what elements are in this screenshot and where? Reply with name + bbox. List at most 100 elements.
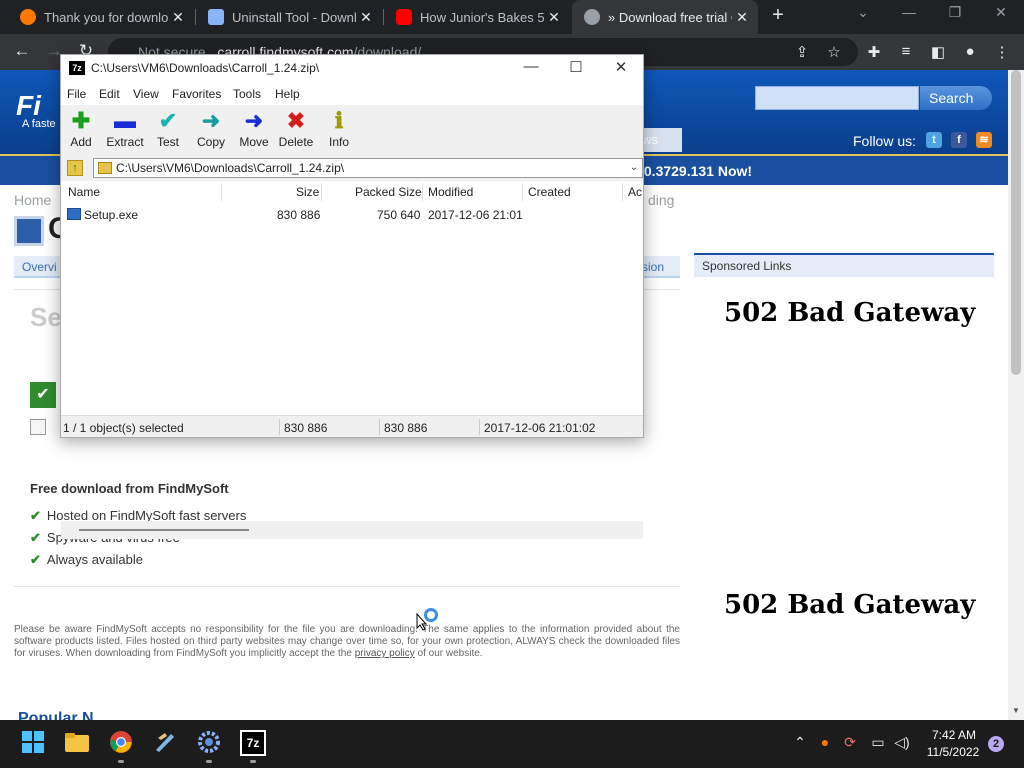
disclaimer-body: Please be aware FindMySoft accepts no re… [14,624,680,659]
tool-label: Copy [196,135,225,149]
clock-time[interactable]: 7:42 AM [928,728,980,742]
menu-tools[interactable]: Tools [233,87,261,101]
column-separator[interactable] [522,183,523,201]
path-input[interactable]: C:\Users\VM6\Downloads\Carroll_1.24.zip\… [93,158,643,178]
close-window-button[interactable]: ✕ [601,58,641,76]
close-icon[interactable]: ✕ [732,9,752,26]
new-tab-button[interactable]: + [766,4,790,27]
notification-badge[interactable]: 2 [988,736,1004,752]
menu-icon[interactable]: ⋮ [992,43,1012,61]
nav-tab-news[interactable]: ws [640,128,682,152]
tab-version[interactable]: sion [642,260,664,274]
volume-icon[interactable]: ◁) [892,734,912,751]
installer-icon[interactable] [152,730,178,756]
column-header-packed-size[interactable]: Packed Size [355,185,422,199]
maximize-button[interactable]: ❐ [940,4,970,21]
horizontal-scrollbar[interactable] [61,521,643,539]
close-icon[interactable]: ✕ [544,9,564,26]
column-separator[interactable] [422,183,423,201]
column-header-modified[interactable]: Modified [428,185,473,199]
close-icon[interactable]: ✕ [356,9,376,26]
tab-overview[interactable]: Overvi [22,260,57,274]
avast-tray-icon[interactable]: ● [815,734,835,750]
minimize-button[interactable]: — [511,58,551,75]
delete-button[interactable]: ✖ Delete [274,107,318,149]
tab-uninstall-tool[interactable]: Uninstall Tool - Downlo ✕ [196,0,382,34]
tool-label: Move [239,135,269,149]
menu-file[interactable]: File [67,87,86,101]
clock-date[interactable]: 11/5/2022 [922,745,984,759]
close-icon[interactable]: ✕ [168,9,188,26]
scrollbar-thumb[interactable] [79,529,249,531]
scrollbar-thumb[interactable] [1011,70,1021,375]
menu-view[interactable]: View [133,87,159,101]
menu-edit[interactable]: Edit [99,87,120,101]
move-button[interactable]: ➜ Move [232,107,276,149]
column-separator[interactable] [321,183,322,201]
tab-title: Uninstall Tool - Downlo [232,9,356,25]
column-header-created[interactable]: Created [528,185,571,199]
page-scrollbar[interactable]: ▲ ▼ [1008,70,1024,720]
column-separator[interactable] [622,183,623,201]
start-icon[interactable] [20,730,46,756]
chevron-down-icon[interactable]: ⌄ [630,159,638,177]
running-indicator [250,760,256,763]
7zip-app-icon: 7z [69,61,85,75]
chrome-icon[interactable] [108,730,134,756]
column-header-accessed[interactable]: Ac [628,185,642,199]
status-modified: 2017-12-06 21:01:02 [484,421,596,435]
twitter-icon[interactable]: t [926,132,942,148]
profile-icon[interactable]: ● [960,43,980,60]
running-indicator [206,760,212,763]
column-header-name[interactable]: Name [68,185,100,199]
tab-title: » Download free trial C [608,9,732,25]
bookmark-star-icon[interactable]: ☆ [824,43,844,61]
extensions-icon[interactable]: ✚ [864,43,884,61]
chevron-up-icon[interactable]: ⌃ [790,734,810,751]
settings-icon[interactable] [196,730,222,756]
site-search-button[interactable]: Search [920,86,992,110]
tool-label: Extract [106,135,144,149]
tab-thank-you[interactable]: Thank you for downloa ✕ [8,0,194,34]
test-button[interactable]: ✔ Test [146,107,190,149]
column-header-size[interactable]: Size [296,185,319,199]
file-explorer-icon[interactable] [64,730,90,756]
media-control-icon[interactable]: ≡ [896,43,916,60]
network-icon[interactable]: ▭ [868,734,888,751]
menu-help[interactable]: Help [275,87,300,101]
status-selection: 1 / 1 object(s) selected [63,421,184,435]
copy-button[interactable]: ➜ Copy [189,107,233,149]
column-separator[interactable] [221,183,222,201]
7zip-titlebar[interactable]: 7z C:\Users\VM6\Downloads\Carroll_1.24.z… [61,55,643,83]
breadcrumb-home[interactable]: Home [14,192,51,208]
share-icon[interactable]: ⇪ [792,43,812,61]
info-button[interactable]: ℹ Info [317,107,361,149]
maximize-button[interactable]: ☐ [556,58,596,76]
folder-up-icon[interactable]: ↑ [67,160,83,176]
status-packed: 830 886 [384,421,428,435]
rss-icon[interactable]: ≋ [976,132,992,148]
extract-button[interactable]: ▬ Extract [103,107,147,149]
sync-icon[interactable]: ⟳ [840,734,860,751]
tool-label: Add [70,135,92,149]
status-separator [279,419,280,435]
taskbar: 7z ⌃ ● ⟳ ▭ ◁) 7:42 AM 11/5/2022 2 [0,720,1024,768]
add-button[interactable]: ✚ Add [59,107,103,149]
exe-file-icon [67,208,81,220]
close-window-button[interactable]: ✕ [986,4,1016,21]
menu-favorites[interactable]: Favorites [172,87,221,101]
tab-search-icon[interactable]: ⌄ [848,4,878,21]
tool-label: Delete [278,135,314,149]
back-button[interactable]: ← [10,41,34,61]
add-icon: ✚ [71,108,91,133]
minimize-button[interactable]: — [894,4,924,20]
7zip-icon[interactable]: 7z [240,730,266,756]
privacy-policy-link[interactable]: privacy policy [355,648,415,659]
side-panel-icon[interactable]: ◧ [928,43,948,61]
tab-download-free-trial[interactable]: » Download free trial C ✕ [572,0,758,34]
site-search-input[interactable] [755,86,919,110]
facebook-icon[interactable]: f [951,132,967,148]
scroll-down-arrow-icon[interactable]: ▼ [1008,706,1024,718]
version-banner-text[interactable]: .0.3729.131 Now! [640,163,752,179]
tab-juniors-bakes[interactable]: How Junior's Bakes 5 M ✕ [384,0,570,34]
